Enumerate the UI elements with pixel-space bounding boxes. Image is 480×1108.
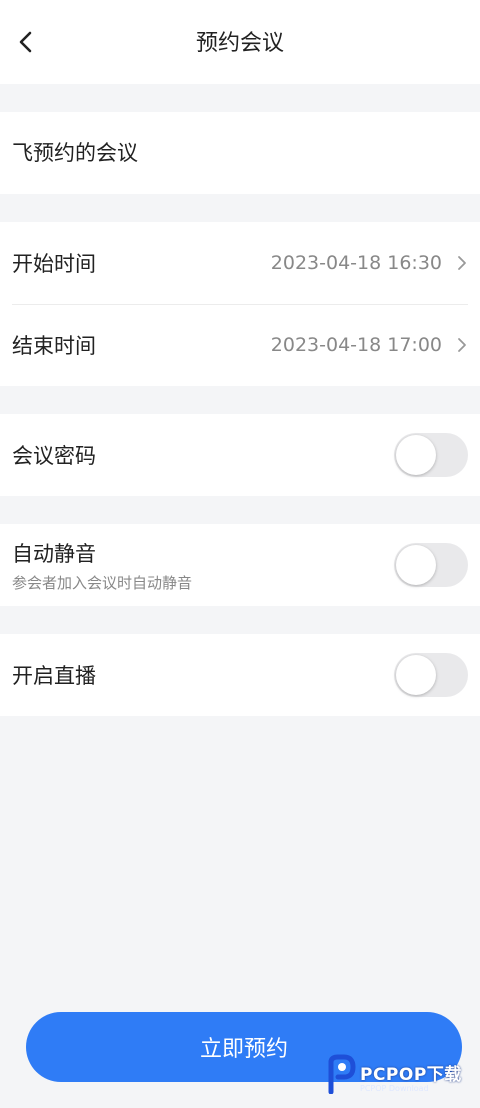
page-title: 预约会议	[195, 31, 284, 56]
password-label: 会议密码	[12, 444, 96, 468]
auto-mute-description: 参会者加入会议时自动静音	[12, 573, 193, 592]
topic-row	[0, 112, 480, 194]
auto-mute-label: 自动静音	[12, 541, 96, 566]
auto-mute-label-stack: 自动静音 参会者加入会议时自动静音	[12, 538, 192, 593]
watermark-sub: PCPOP Download	[360, 1083, 429, 1093]
live-toggle[interactable]	[394, 653, 468, 697]
chevron-right-icon	[456, 254, 468, 272]
toggle-knob	[396, 655, 436, 695]
toggle-knob	[396, 545, 436, 585]
nav-header: 预约会议	[0, 0, 480, 84]
toggle-knob	[396, 435, 436, 475]
password-toggle[interactable]	[394, 433, 468, 477]
time-section: 开始时间 2023-04-18 16:30 结束时间 2023-04-18 17…	[0, 222, 480, 386]
end-time-value: 2023-04-18 17:00	[270, 334, 442, 356]
auto-mute-toggle[interactable]	[394, 543, 468, 587]
watermark-text: PCPOP下载 PCPOP Download	[360, 1060, 462, 1093]
start-time-value: 2023-04-18 16:30	[270, 252, 442, 274]
auto-mute-row: 自动静音 参会者加入会议时自动静音	[0, 524, 480, 606]
end-time-label: 结束时间	[12, 334, 96, 358]
live-row: 开启直播	[0, 634, 480, 716]
live-label: 开启直播	[12, 664, 96, 688]
schedule-meeting-page: 预约会议 开始时间 2023-04-18 16:30 结束时间 2023-04-…	[0, 0, 480, 1108]
pcpop-logo-icon	[326, 1054, 356, 1098]
password-section: 会议密码	[0, 414, 480, 496]
live-section: 开启直播	[0, 634, 480, 716]
watermark-brand: PCPOP下载	[360, 1064, 462, 1085]
start-time-label: 开始时间	[12, 252, 96, 276]
password-row: 会议密码	[0, 414, 480, 496]
watermark: PCPOP下载 PCPOP Download	[326, 1052, 476, 1100]
end-time-value-wrap: 2023-04-18 17:00	[271, 334, 468, 356]
chevron-right-icon	[456, 336, 468, 354]
topic-section	[0, 112, 480, 194]
end-time-row[interactable]: 结束时间 2023-04-18 17:00	[0, 304, 480, 386]
auto-mute-section: 自动静音 参会者加入会议时自动静音	[0, 524, 480, 606]
meeting-topic-input[interactable]	[12, 141, 452, 165]
start-time-row[interactable]: 开始时间 2023-04-18 16:30	[0, 222, 480, 304]
start-time-value-wrap: 2023-04-18 16:30	[271, 252, 468, 274]
